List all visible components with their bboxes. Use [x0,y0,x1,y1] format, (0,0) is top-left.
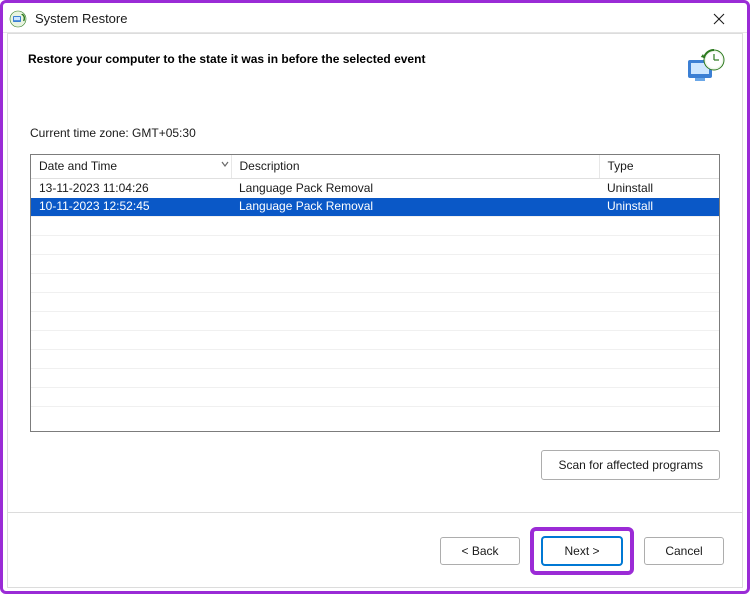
table-row[interactable]: 10-11-2023 12:52:45Language Pack Removal… [31,198,719,217]
table-row-empty [31,388,719,407]
column-header-label: Description [240,159,300,173]
table-cell: Language Pack Removal [231,198,599,217]
table-row-empty [31,255,719,274]
restore-points-table[interactable]: Date and Time Description Type 1 [30,154,720,432]
table-cell: 10-11-2023 12:52:45 [31,198,231,217]
column-header-description[interactable]: Description [231,155,599,179]
table-row-empty [31,350,719,369]
table-header-row: Date and Time Description Type [31,155,719,179]
table-row-empty [31,312,719,331]
column-header-type[interactable]: Type [599,155,719,179]
column-header-datetime[interactable]: Date and Time [31,155,231,179]
column-header-label: Date and Time [39,159,117,173]
system-restore-large-icon [684,48,726,90]
table-row-empty [31,331,719,350]
back-button[interactable]: < Back [440,537,520,565]
table-row-empty [31,217,719,236]
dialog-body: Restore your computer to the state it wa… [7,33,743,588]
chevron-down-icon [220,158,230,172]
table-row-empty [31,236,719,255]
next-button-highlight: Next > [530,527,634,575]
page-heading: Restore your computer to the state it wa… [28,48,676,66]
close-icon [713,13,725,25]
system-restore-icon [9,10,27,28]
table-row-empty [31,274,719,293]
content-area: Current time zone: GMT+05:30 Date and Ti… [8,120,742,512]
table-row-empty [31,407,719,426]
titlebar: System Restore [3,3,747,33]
table-cell: Uninstall [599,179,719,198]
table-row-empty [31,369,719,388]
close-button[interactable] [697,5,741,33]
scan-affected-programs-button[interactable]: Scan for affected programs [541,450,720,480]
table-cell: Language Pack Removal [231,179,599,198]
footer: < Back Next > Cancel [8,512,742,587]
column-header-label: Type [608,159,634,173]
scan-row: Scan for affected programs [30,450,720,480]
next-button[interactable]: Next > [542,537,622,565]
header: Restore your computer to the state it wa… [8,34,742,120]
table-row[interactable]: 13-11-2023 11:04:26Language Pack Removal… [31,179,719,198]
cancel-button[interactable]: Cancel [644,537,724,565]
window-title: System Restore [35,11,697,26]
timezone-label: Current time zone: GMT+05:30 [30,126,720,140]
table-row-empty [31,293,719,312]
table-cell: 13-11-2023 11:04:26 [31,179,231,198]
table-cell: Uninstall [599,198,719,217]
